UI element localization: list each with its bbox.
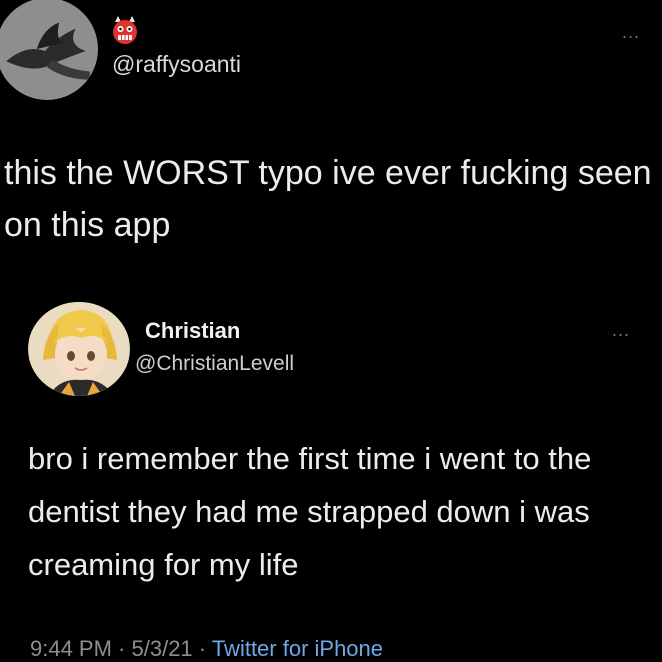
christian-display-name[interactable]: Christian bbox=[145, 318, 240, 344]
tweet-date[interactable]: 5/3/21 bbox=[132, 636, 193, 661]
tweet-time[interactable]: 9:44 PM bbox=[30, 636, 112, 661]
christian-avatar[interactable] bbox=[28, 302, 130, 396]
raffysoanti-avatar[interactable] bbox=[0, 0, 98, 100]
top-tweet-text: this the WORST typo ive ever fucking see… bbox=[4, 154, 652, 244]
meta-separator: · bbox=[192, 636, 212, 661]
quoted-tweet-text: bro i remember the first time i went to … bbox=[28, 441, 592, 582]
christian-handle[interactable]: @ChristianLevell bbox=[135, 352, 294, 376]
tweet-source-link[interactable]: Twitter for iPhone bbox=[212, 636, 383, 661]
tweet-meta: 9:44 PM · 5/3/21 · Twitter for iPhone bbox=[30, 636, 383, 662]
top-tweet-more-icon[interactable]: ... bbox=[622, 22, 640, 43]
meta-separator: · bbox=[111, 636, 132, 661]
quoted-tweet-more-icon[interactable]: ... bbox=[612, 320, 630, 341]
demon-mask-icon bbox=[112, 16, 138, 44]
raffysoanti-handle[interactable]: @raffysoanti bbox=[112, 51, 241, 78]
